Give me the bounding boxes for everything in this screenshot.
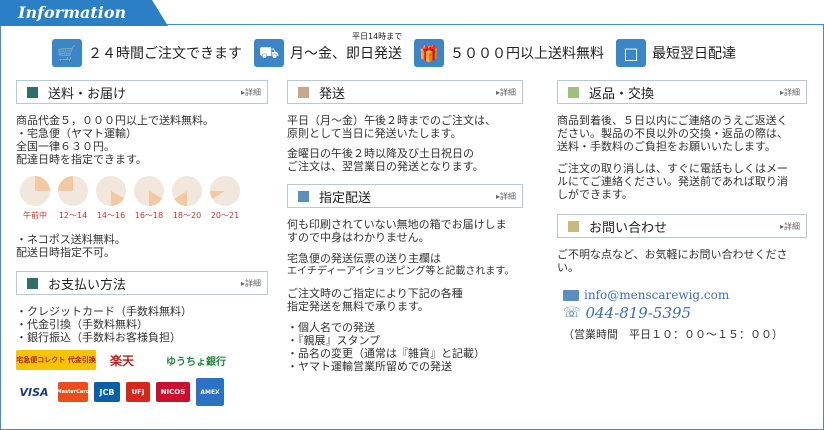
box-icon: □ xyxy=(616,39,646,67)
square-icon xyxy=(27,86,38,98)
payment-panel: お支払い方法 詳細 ・クレジットカード（手数料無料） ・代金引換（手数料無料） … xyxy=(16,271,268,406)
tab-title: Information xyxy=(18,3,127,22)
designated-header: 指定配送 詳細 xyxy=(287,184,523,208)
jcb-logo: JCB xyxy=(94,382,120,402)
square-icon xyxy=(298,190,309,202)
contact-details: info@menscarewig.com ☏ 044-819-5395 （営業時… xyxy=(563,288,807,342)
feature-next-day: □ 最短翌日配達 xyxy=(616,39,736,67)
contact-email[interactable]: info@menscarewig.com xyxy=(584,288,729,302)
slot-12-14: 12～14 xyxy=(54,176,92,221)
square-icon xyxy=(298,86,309,98)
information-tab: Information xyxy=(0,0,168,26)
slot-20-21: 20～21 xyxy=(206,176,244,221)
amex-logo: AMEX xyxy=(196,378,224,406)
phone-icon: ☏ xyxy=(563,305,581,321)
cart-icon: 🛒 xyxy=(52,39,82,67)
shipping-more-link[interactable]: 詳細 xyxy=(241,87,261,98)
truck-icon: ⛟ xyxy=(254,39,284,67)
returns-header: 返品・交換 詳細 xyxy=(557,80,807,104)
shipping-body: 商品代金５，０００円以上で送料無料。 ・宅急便（ヤマト運輸） 全国一律６３０円。… xyxy=(16,114,214,166)
visa-logo: VISA xyxy=(19,385,49,399)
mastercard-logo: MasterCard xyxy=(57,382,89,402)
contact-body: ご不明な点など、お気軽にお問い合わせくださ い。 xyxy=(557,248,788,274)
shipping-nekopos: ・ネコポス送料無料。 配送日時指定不可。 xyxy=(16,233,126,259)
contact-phone[interactable]: 044-819-5395 xyxy=(586,304,692,322)
rakuten-logo: 楽天 xyxy=(109,353,134,368)
shipping-panel: 送料・お届け 詳細 商品代金５，０００円以上で送料無料。 ・宅急便（ヤマト運輸）… xyxy=(16,80,268,259)
shipping-header: 送料・お届け 詳細 xyxy=(16,80,268,104)
gift-icon: 🎁 xyxy=(414,39,444,67)
clock-icon xyxy=(134,176,164,206)
slot-morning: 午前中 xyxy=(16,176,54,221)
returns-panel: 返品・交換 詳細 商品到着後、５日以内にご連絡のうえご返送く ださい。製品の不良… xyxy=(557,80,807,201)
square-icon xyxy=(568,86,579,98)
slot-18-20: 18～20 xyxy=(168,176,206,221)
payment-logos-row1: 宅急便コレクト 代金引換 楽天 ゆうちょ銀行 xyxy=(16,350,268,370)
dispatch-body: 平日（月～金）午後２時までのご注文は、 原則として当日に発送いたします。 金曜日… xyxy=(287,114,496,173)
business-hours: （営業時間 平日１０：００～１５：００） xyxy=(563,328,783,341)
feature-same-day: ⛟ 月～金、即日発送 平日14時まで xyxy=(254,32,402,67)
feature-free-shipping: 🎁 ５０００円以上送料無料 xyxy=(414,39,604,67)
contact-more-link[interactable]: 詳細 xyxy=(780,221,800,232)
payment-body: ・クレジットカード（手数料無料） ・代金引換（手数料無料） ・銀行振込（手数料お… xyxy=(16,305,192,344)
designated-body: 何も印刷されていない無地の箱でお届けしま すので中身はわかりません。 宅急便の発… xyxy=(287,218,515,373)
designated-panel: 指定配送 詳細 何も印刷されていない無地の箱でお届けしま すので中身はわかりませ… xyxy=(287,184,523,373)
delivery-time-slots: 午前中 12～14 14～16 16～18 18～20 20～21 xyxy=(16,176,268,221)
envelope-icon xyxy=(563,289,579,301)
clock-icon xyxy=(210,176,240,206)
nicos-logo: NICOS xyxy=(156,382,190,402)
yamato-collect-logo: 宅急便コレクト 代金引換 xyxy=(16,350,96,370)
returns-more-link[interactable]: 詳細 xyxy=(780,87,800,98)
features-bar: 🛒 ２４時間ご注文できます ⛟ 月～金、即日発送 平日14時まで 🎁 ５０００円… xyxy=(52,32,748,69)
contact-panel: お問い合わせ 詳細 ご不明な点など、お気軽にお問い合わせくださ い。 info@… xyxy=(557,214,807,342)
yucho-bank-logo: ゆうちょ銀行 xyxy=(166,356,226,368)
payment-header: お支払い方法 詳細 xyxy=(16,271,268,295)
slot-14-16: 14～16 xyxy=(92,176,130,221)
clock-icon xyxy=(172,176,202,206)
dispatch-panel: 発送 詳細 平日（月～金）午後２時までのご注文は、 原則として当日に発送いたしま… xyxy=(287,80,523,173)
feature-24h: 🛒 ２４時間ご注文できます xyxy=(52,39,242,67)
ufj-logo: UFJ xyxy=(126,382,150,402)
designated-more-link[interactable]: 詳細 xyxy=(496,191,516,202)
clock-icon xyxy=(20,176,50,206)
clock-icon xyxy=(58,176,88,206)
contact-email-row[interactable]: info@menscarewig.com xyxy=(563,288,807,302)
payment-more-link[interactable]: 詳細 xyxy=(241,278,261,289)
returns-body: 商品到着後、５日以内にご連絡のうえご返送く ださい。製品の不良以外の交換・返品の… xyxy=(557,114,788,201)
dispatch-header: 発送 詳細 xyxy=(287,80,523,104)
dispatch-more-link[interactable]: 詳細 xyxy=(496,87,516,98)
slot-16-18: 16～18 xyxy=(130,176,168,221)
contact-header: お問い合わせ 詳細 xyxy=(557,214,807,238)
square-icon xyxy=(568,220,579,232)
square-icon xyxy=(27,277,38,289)
clock-icon xyxy=(96,176,126,206)
payment-logos-row2: VISA MasterCard JCB UFJ NICOS AMEX xyxy=(16,378,268,406)
contact-phone-row[interactable]: ☏ 044-819-5395 xyxy=(563,304,807,322)
